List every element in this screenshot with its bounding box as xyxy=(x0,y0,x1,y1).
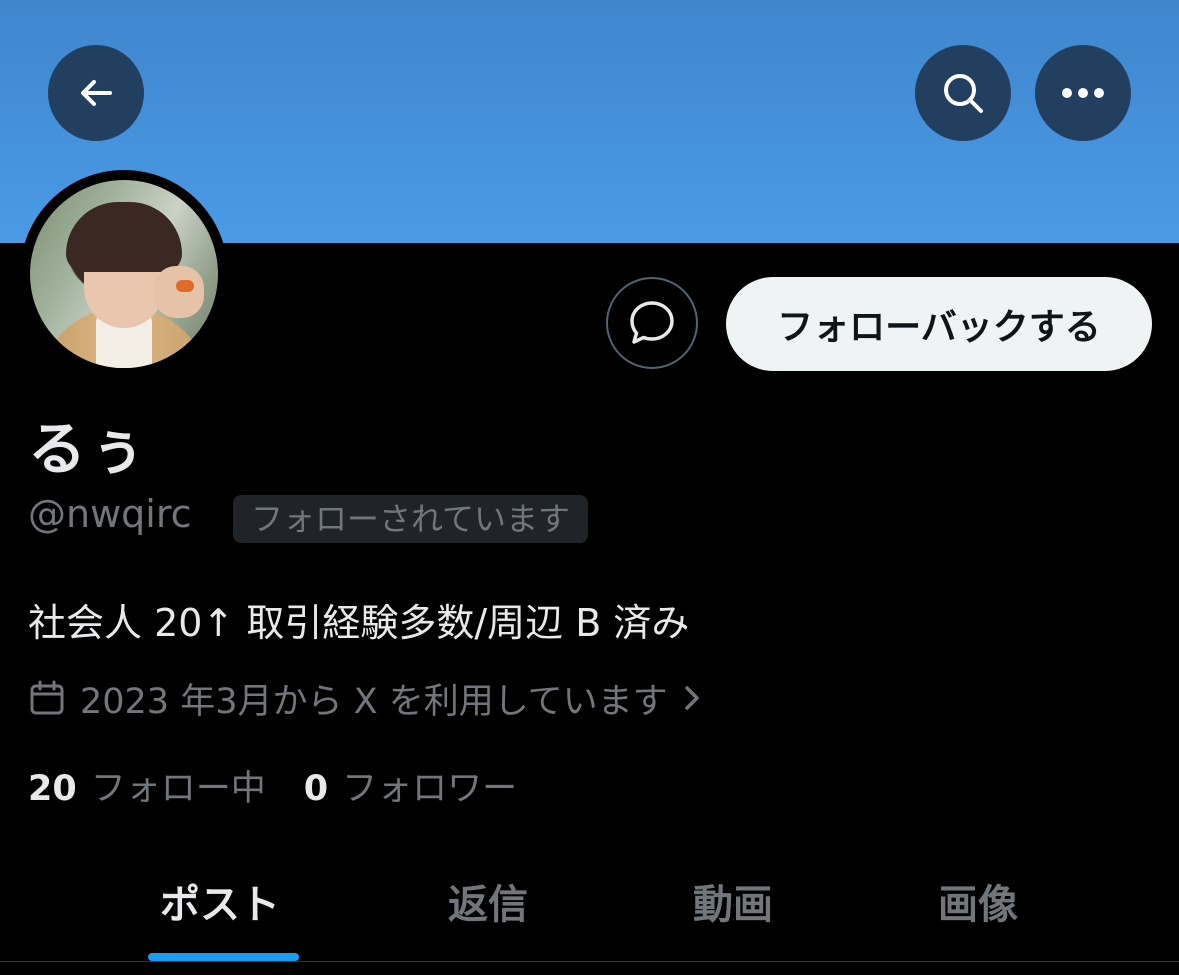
avatar-hair xyxy=(66,202,182,272)
chevron-right-icon xyxy=(682,683,702,713)
follows-you-badge: フォローされています xyxy=(233,495,589,543)
joined-text: 2023 年3月から X を利用しています xyxy=(80,681,668,722)
followers-label[interactable]: フォロワー xyxy=(342,760,517,811)
search-icon xyxy=(944,74,983,113)
message-button[interactable] xyxy=(606,277,698,369)
avatar[interactable] xyxy=(20,170,228,378)
avatar-accent xyxy=(176,280,194,292)
display-name: るぅ xyxy=(28,415,149,483)
more-button[interactable] xyxy=(1035,45,1131,141)
calendar-icon xyxy=(28,679,66,717)
followers-count[interactable]: 0 xyxy=(304,769,328,809)
profile-tabs: ポスト 返信 動画 画像 xyxy=(0,842,1179,962)
back-button[interactable] xyxy=(48,45,144,141)
joined-date[interactable]: 2023 年3月から X を利用しています xyxy=(28,672,702,724)
profile-bio: 社会人 20↑ 取引経験多数/周辺 B 済み xyxy=(28,601,690,645)
tab-posts[interactable]: ポスト xyxy=(160,872,280,930)
profile-photo xyxy=(30,180,218,368)
follow-back-button[interactable]: フォローバックする xyxy=(726,277,1152,371)
tab-divider xyxy=(0,961,1179,962)
avatar-hand xyxy=(154,266,204,318)
tab-images[interactable]: 画像 xyxy=(938,872,1018,930)
arrow-left-icon xyxy=(81,80,112,106)
follow-stats: 20 フォロー中 0 フォロワー xyxy=(28,760,517,811)
user-handle: @nwqirc xyxy=(28,492,192,536)
search-button[interactable] xyxy=(915,45,1011,141)
message-bubble-icon xyxy=(630,301,674,344)
active-tab-indicator xyxy=(148,953,299,961)
tab-videos[interactable]: 動画 xyxy=(693,872,773,930)
more-horizontal-icon xyxy=(1062,88,1104,98)
following-count[interactable]: 20 xyxy=(28,769,77,809)
tab-replies[interactable]: 返信 xyxy=(448,872,528,930)
following-label[interactable]: フォロー中 xyxy=(91,760,266,811)
